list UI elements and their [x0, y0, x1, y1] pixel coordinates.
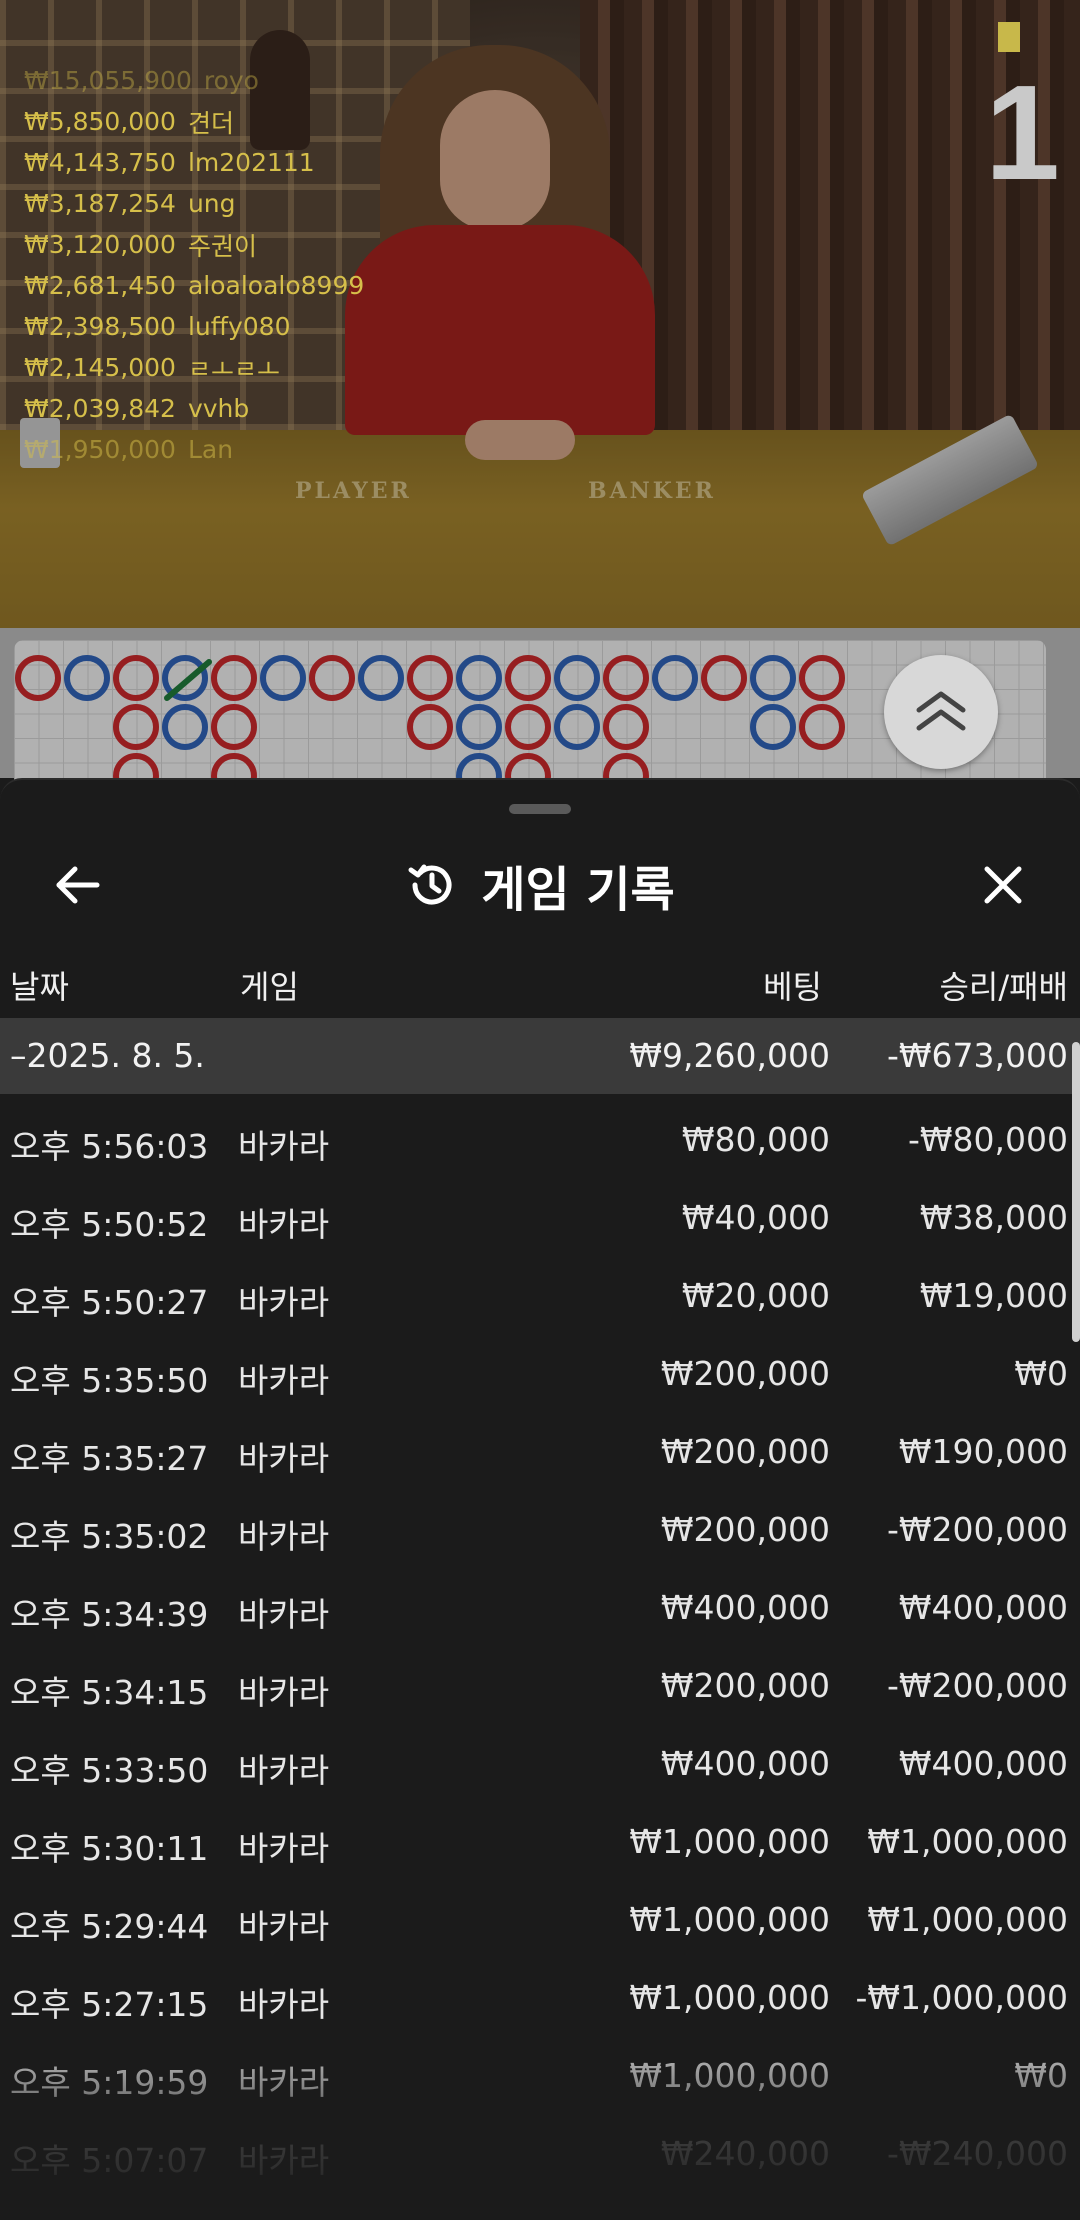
column-header-bet: 베팅 — [763, 968, 822, 1006]
winner-row: ₩4,143,750 lm202111 — [24, 148, 315, 177]
column-header-winloss: 승리/패배 — [939, 968, 1068, 1006]
date-group-bet-total: ₩9,260,000 — [629, 1036, 830, 1075]
history-row[interactable]: 오후 5:33:50 바카라 ₩400,000 ₩400,000 — [0, 1726, 1080, 1804]
round-number: 1 — [984, 57, 1060, 208]
history-row[interactable]: 오후 5:29:44 바카라 ₩1,000,000 ₩1,000,000 — [0, 1882, 1080, 1960]
sheet-drag-handle[interactable] — [509, 804, 571, 814]
winner-row: ₩15,055,900 royo — [24, 66, 259, 95]
history-row[interactable]: 오후 5:34:39 바카라 ₩400,000 ₩400,000 — [0, 1570, 1080, 1648]
column-header-game: 게임 — [240, 968, 299, 1006]
date-group-header[interactable]: –2025. 8. 5. ₩9,260,000 -₩673,000 — [0, 1018, 1080, 1094]
history-row[interactable]: 오후 5:34:15 바카라 ₩200,000 -₩200,000 — [0, 1648, 1080, 1726]
scrollbar[interactable] — [1072, 1042, 1080, 1342]
history-row[interactable]: 오후 5:35:27 바카라 ₩200,000 ₩190,000 — [0, 1414, 1080, 1492]
chevron-double-up-icon — [916, 691, 966, 731]
history-row[interactable]: 오후 5:35:50 바카라 ₩200,000 ₩0 — [0, 1336, 1080, 1414]
history-icon — [405, 858, 459, 912]
column-headers: 날짜 게임 베팅 승리/패배 — [0, 952, 1080, 1018]
winner-row: ₩5,850,000 견더 — [24, 107, 234, 138]
date-group-date: –2025. 8. 5. — [10, 1036, 205, 1075]
winner-row: ₩3,187,254 ung — [24, 189, 236, 218]
close-button[interactable] — [970, 852, 1036, 918]
back-button[interactable] — [44, 852, 110, 918]
round-flag-icon — [998, 22, 1020, 52]
winner-row: ₩2,039,842 vvhb — [24, 394, 250, 423]
history-row[interactable]: 오후 5:27:15 바카라 ₩1,000,000 -₩1,000,000 — [0, 1960, 1080, 2038]
history-row[interactable]: 오후 5:30:11 바카라 ₩1,000,000 ₩1,000,000 — [0, 1804, 1080, 1882]
history-row[interactable]: 오후 5:07:07 바카라 ₩240,000 -₩240,000 — [0, 2116, 1080, 2194]
winner-row: ₩1,950,000 Lan — [24, 435, 234, 464]
history-row[interactable]: 오후 5:19:59 바카라 ₩1,000,000 ₩0 — [0, 2038, 1080, 2116]
game-history-sheet: 게임 기록 날짜 게임 베팅 승리/패배 –2025. 8. 5. ₩9,260… — [0, 778, 1080, 2220]
history-row[interactable]: 오후 5:50:52 바카라 ₩40,000 ₩38,000 — [0, 1180, 1080, 1258]
column-header-date: 날짜 — [10, 968, 69, 1006]
history-row[interactable]: 오후 5:35:02 바카라 ₩200,000 -₩200,000 — [0, 1492, 1080, 1570]
winner-row: ₩2,398,500 luffy080 — [24, 312, 291, 341]
sheet-title: 게임 기록 — [481, 862, 675, 918]
history-row[interactable]: 오후 5:50:27 바카라 ₩20,000 ₩19,000 — [0, 1258, 1080, 1336]
winners-list: ₩15,055,900 royo ₩5,850,000 견더 ₩4,143,750 l… — [24, 60, 364, 470]
expand-roadmap-button[interactable] — [884, 655, 998, 769]
date-group-winloss-total: -₩673,000 — [886, 1036, 1068, 1075]
winner-row: ₩3,120,000 주권이 — [24, 230, 257, 261]
history-row[interactable]: 오후 5:56:03 바카라 ₩80,000 -₩80,000 — [0, 1102, 1080, 1180]
history-list: 오후 5:56:03 바카라 ₩80,000 -₩80,000 오후 5:50:52 바… — [0, 1102, 1080, 2194]
sheet-header: 게임 기록 — [0, 830, 1080, 940]
live-video: PLAYER BANKER 1 ₩15,055,900 royo ₩5,850,0… — [0, 0, 1080, 628]
close-icon — [984, 866, 1022, 904]
winner-row: ₩2,145,000 ㄹㅗㄹㅗ — [24, 353, 280, 384]
winner-row: ₩2,681,450 aloaloalo8999 — [24, 271, 365, 300]
arrow-left-icon — [56, 866, 100, 904]
